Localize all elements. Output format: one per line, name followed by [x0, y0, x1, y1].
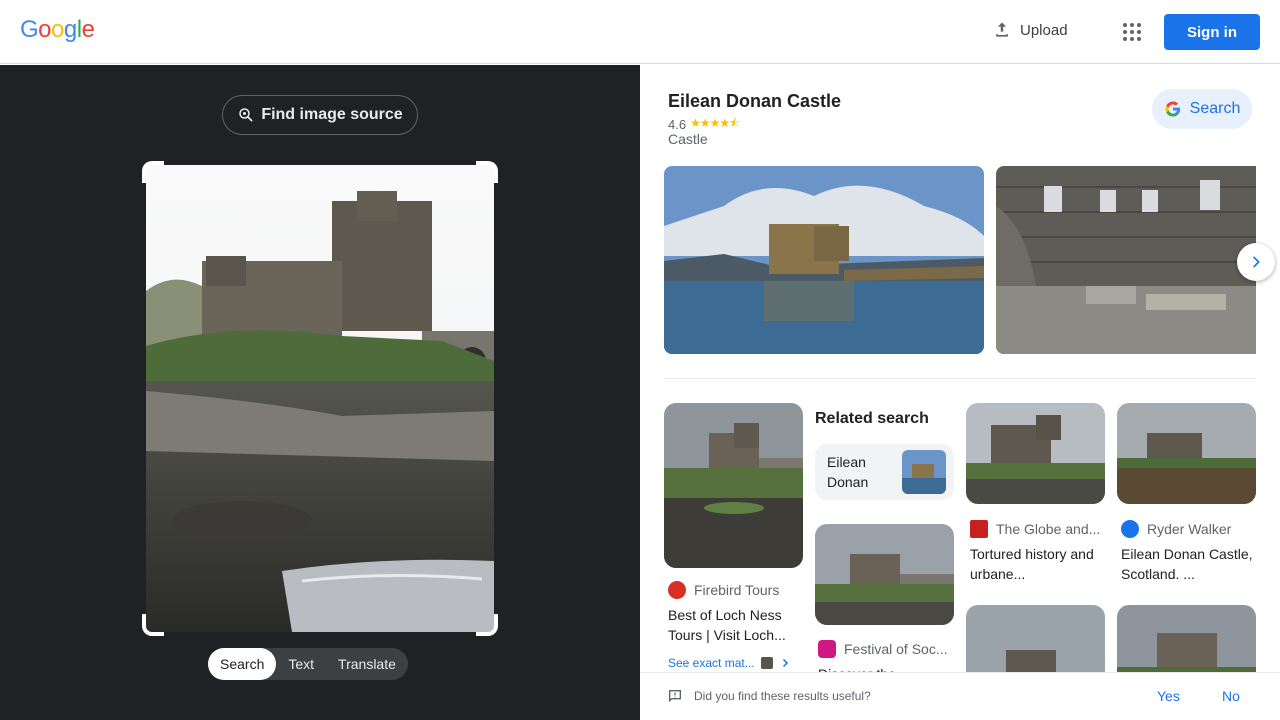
castle-photo [146, 165, 494, 632]
result-image-2[interactable] [815, 524, 954, 625]
result-image-3[interactable] [966, 403, 1105, 504]
upload-label: Upload [1020, 21, 1068, 39]
maple-leaf-icon [970, 520, 988, 538]
result-caption-4[interactable]: Discover the... [818, 664, 956, 672]
result-image-6[interactable] [1117, 605, 1256, 672]
find-image-source-label: Find image source [261, 106, 403, 123]
result-source-2[interactable]: The Globe and... [970, 520, 1100, 538]
carousel-next-button[interactable] [1237, 243, 1275, 281]
result-source-1-label: Firebird Tours [694, 582, 780, 598]
result-caption-3[interactable]: Eilean Donan Castle, Scotland. ... [1121, 544, 1259, 584]
carousel-image-2[interactable] [996, 166, 1256, 354]
crop-corner-bl[interactable] [142, 614, 164, 636]
result-source-2-label: The Globe and... [996, 521, 1101, 537]
google-logo[interactable]: Google [20, 16, 95, 44]
result-caption-1[interactable]: Best of Loch Ness Tours | Visit Loch... [668, 605, 806, 645]
carousel-image-1[interactable] [664, 166, 984, 354]
related-search-chip[interactable]: Eilean Donan [815, 444, 954, 500]
apps-grid-icon[interactable] [1120, 20, 1144, 44]
result-source-4[interactable]: Festival of Soc... [818, 640, 947, 658]
see-exact-label: See exact mat... [668, 656, 755, 670]
result-source-3[interactable]: Ryder Walker [1121, 520, 1231, 538]
sign-in-button[interactable]: Sign in [1164, 14, 1260, 50]
crop-corner-tr[interactable] [476, 161, 498, 183]
chevron-right-icon [782, 658, 788, 668]
result-source-3-label: Ryder Walker [1147, 521, 1232, 537]
firebird-tours-icon [668, 581, 686, 599]
top-bar: Google Upload Sign in [0, 0, 1280, 64]
upload-button[interactable]: Upload [992, 20, 1068, 40]
crop-corner-br[interactable] [476, 614, 498, 636]
lens-search-icon [239, 108, 253, 122]
related-search-title: Related search [815, 410, 929, 427]
feedback-yes-button[interactable]: Yes [1157, 688, 1180, 704]
result-source-4-label: Festival of Soc... [844, 641, 948, 657]
related-chip-label: Eilean Donan [827, 454, 869, 490]
google-search-button[interactable]: Search [1152, 89, 1252, 129]
feedback-bar: Did you find these results useful? Yes N… [640, 672, 1280, 720]
related-chip-thumbnail [902, 450, 946, 494]
rating-value: 4.6 [668, 117, 687, 132]
crop-corner-tl[interactable] [142, 161, 164, 183]
feedback-icon [669, 690, 681, 703]
exact-match-thumb-icon [760, 657, 773, 669]
section-divider [664, 378, 1256, 379]
tab-text[interactable]: Text [276, 648, 326, 680]
kp-title[interactable]: Eilean Donan Castle [668, 91, 841, 112]
kp-type: Castle [668, 131, 708, 147]
upload-icon [996, 22, 1008, 37]
feedback-no-button[interactable]: No [1222, 688, 1240, 704]
crop-region[interactable] [142, 161, 498, 636]
feedback-question: Did you find these results useful? [694, 689, 871, 703]
result-image-1[interactable] [664, 403, 803, 568]
see-exact-matches-link[interactable]: See exact mat... [668, 656, 791, 670]
image-pane: Find image source Search Text Translate [0, 65, 640, 720]
results-pane: Eilean Donan Castle 4.6 ★★★★⯪ Castle Sea… [640, 65, 1280, 672]
tab-search[interactable]: Search [208, 648, 277, 680]
google-g-icon [1165, 101, 1180, 117]
mode-tabs: Search Text Translate [208, 648, 408, 680]
find-image-source-button[interactable]: Find image source [222, 95, 418, 135]
result-image-5[interactable] [966, 605, 1105, 672]
result-image-4[interactable] [1117, 403, 1256, 504]
chevron-right-icon [1253, 256, 1260, 268]
google-search-label: Search [1189, 100, 1241, 117]
festival-icon [818, 640, 836, 658]
result-source-1[interactable]: Firebird Tours [668, 581, 779, 599]
ryder-walker-icon [1121, 520, 1139, 538]
result-caption-2[interactable]: Tortured history and urbane... [970, 544, 1108, 584]
tab-translate[interactable]: Translate [326, 648, 408, 680]
